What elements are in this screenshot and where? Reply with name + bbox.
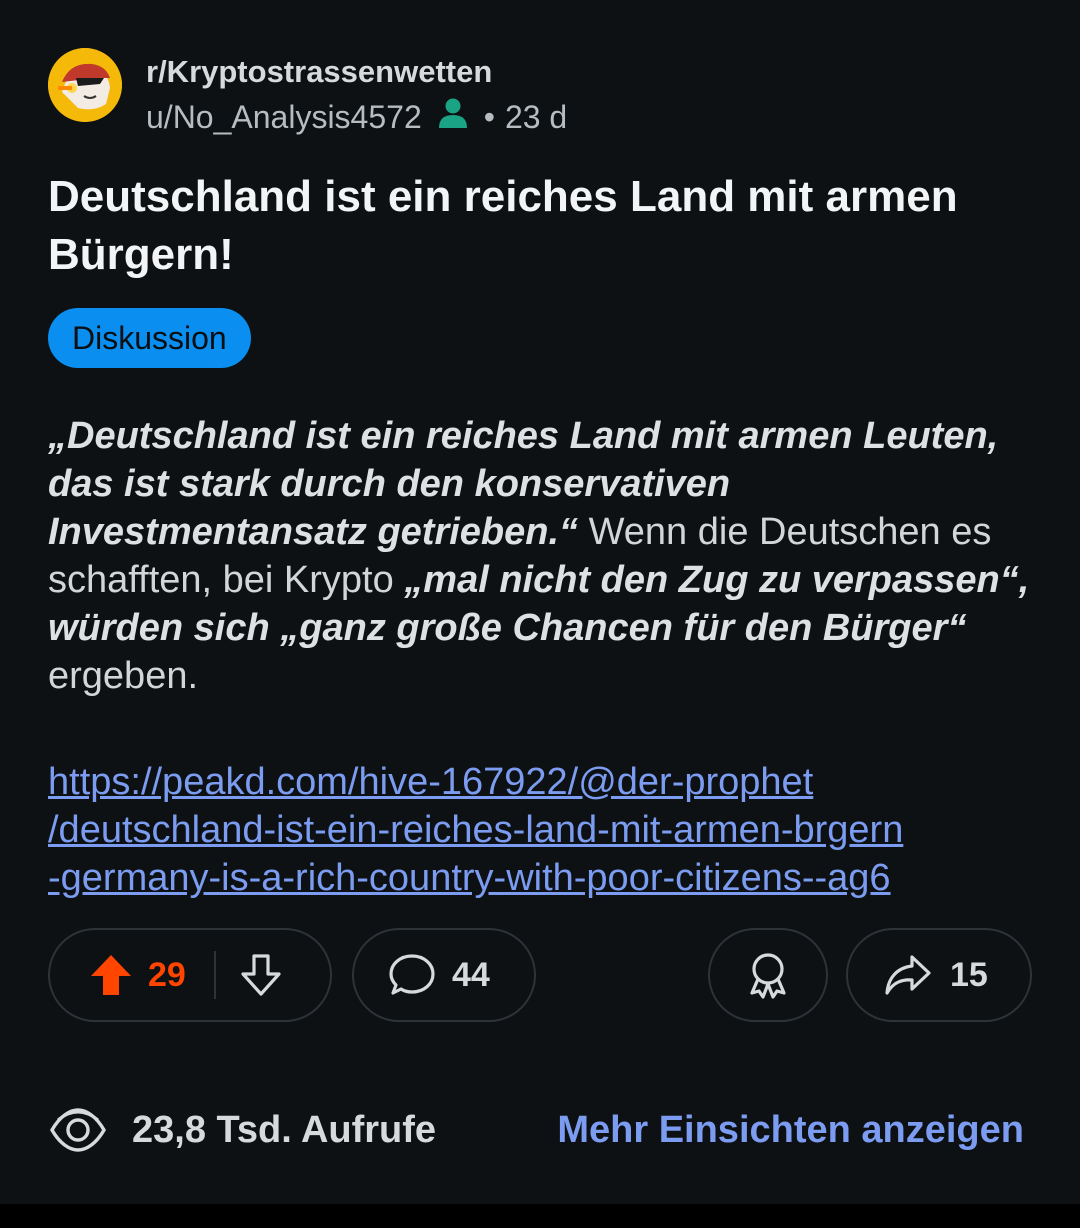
bottom-bar [0, 1204, 1080, 1228]
share-count: 15 [950, 955, 988, 994]
author-username[interactable]: u/No_Analysis4572 [146, 99, 422, 136]
separator-dot: • [483, 98, 495, 135]
upvote-icon[interactable] [88, 952, 134, 998]
person-icon [436, 96, 470, 138]
link-line-2[interactable]: /deutschland-ist-ein-reiches-land-mit-ar… [48, 806, 1048, 854]
subreddit-avatar[interactable] [48, 48, 122, 122]
post-body: „Deutschland ist ein reiches Land mit ar… [48, 412, 1038, 700]
subreddit-name[interactable]: r/Kryptostrassenwetten [146, 54, 567, 90]
post-flair[interactable]: Diskussion [48, 308, 251, 368]
view-count: 23,8 Tsd. Aufrufe [132, 1108, 437, 1151]
downvote-icon[interactable] [238, 952, 284, 998]
comment-count: 44 [452, 955, 490, 994]
post-header: r/Kryptostrassenwetten u/No_Analysis4572… [48, 48, 567, 138]
award-icon [745, 951, 791, 999]
insights-row: 23,8 Tsd. Aufrufe Mehr Einsichten anzeig… [48, 1098, 1038, 1162]
vote-control: 29 [48, 928, 332, 1022]
post-title: Deutschland ist ein reiches Land mit arm… [48, 172, 958, 279]
link-line-1[interactable]: https://peakd.com/hive-167922/@der-proph… [48, 758, 1048, 806]
post-age: 23 d [504, 98, 568, 135]
link-line-3[interactable]: -germany-is-a-rich-country-with-poor-cit… [48, 854, 1048, 902]
comment-icon [388, 952, 436, 998]
comments-button[interactable]: 44 [352, 928, 536, 1022]
vote-divider [213, 951, 216, 999]
eye-icon [48, 1106, 108, 1154]
share-icon [884, 953, 932, 997]
more-insights-link[interactable]: Mehr Einsichten anzeigen [557, 1109, 1024, 1152]
award-button[interactable] [708, 928, 828, 1022]
upvote-count: 29 [148, 955, 186, 994]
body-text-2: ergeben. [48, 655, 199, 697]
share-button[interactable]: 15 [846, 928, 1032, 1022]
action-bar: 29 44 15 [0, 928, 1080, 1024]
post-link[interactable]: https://peakd.com/hive-167922/@der-proph… [48, 758, 1048, 902]
